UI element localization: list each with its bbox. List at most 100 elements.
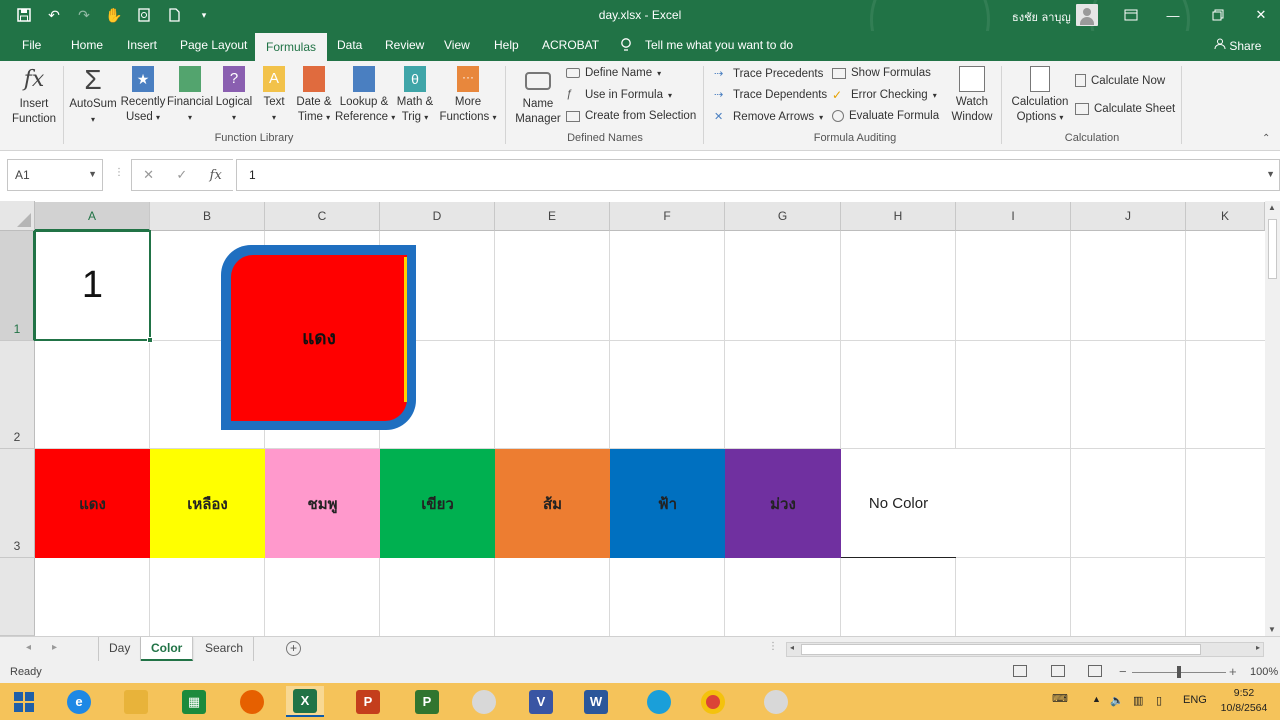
- zoom-level[interactable]: 100%: [1250, 666, 1278, 678]
- add-sheet-icon[interactable]: +: [286, 641, 301, 656]
- color-cell-7[interactable]: ม่วง: [725, 449, 841, 558]
- color-cell-4[interactable]: เขียว: [380, 449, 495, 558]
- tab-review[interactable]: Review: [385, 38, 424, 52]
- column-header-d[interactable]: D: [380, 202, 495, 231]
- evaluate-formula-button[interactable]: Evaluate Formula: [832, 110, 939, 122]
- excel-app[interactable]: X: [286, 686, 324, 717]
- collapse-ribbon-icon[interactable]: ⌃: [1262, 133, 1270, 144]
- power-icon[interactable]: ▯: [1156, 694, 1162, 707]
- red-shape[interactable]: แดง: [221, 245, 416, 430]
- text-button[interactable]: A Text ▾: [257, 66, 291, 125]
- scroll-up-icon[interactable]: ▲: [1268, 203, 1276, 212]
- page-layout-view-icon[interactable]: [1051, 665, 1065, 677]
- print-preview-icon[interactable]: [134, 5, 154, 25]
- tab-acrobat[interactable]: ACROBAT: [542, 38, 599, 52]
- new-file-icon[interactable]: [164, 5, 184, 25]
- store-app[interactable]: ▦: [175, 686, 213, 717]
- cell-a1-selected[interactable]: 1: [34, 230, 153, 343]
- row-header-3[interactable]: 3: [0, 449, 35, 558]
- page-break-view-icon[interactable]: [1088, 665, 1102, 677]
- touch-mode-icon[interactable]: ✋: [104, 5, 124, 25]
- column-header-k[interactable]: K: [1186, 202, 1265, 231]
- scroll-right-icon[interactable]: ▸: [1256, 643, 1260, 652]
- insert-function-icon[interactable]: fx: [210, 168, 222, 183]
- normal-view-icon[interactable]: [1013, 665, 1027, 677]
- vertical-scrollbar[interactable]: ▲ ▼: [1265, 201, 1280, 636]
- volume-icon[interactable]: 🔈: [1110, 694, 1124, 707]
- tab-split-handle[interactable]: ⋮: [768, 641, 778, 652]
- avatar[interactable]: [1076, 4, 1098, 26]
- select-all-corner[interactable]: [0, 201, 35, 231]
- trace-dependents-button[interactable]: ⇢ Trace Dependents: [714, 88, 827, 102]
- lookup-reference-button[interactable]: Lookup & Reference ▾: [335, 66, 395, 125]
- column-header-f[interactable]: F: [610, 202, 725, 231]
- column-header-i[interactable]: I: [956, 202, 1071, 231]
- paint-app[interactable]: [465, 686, 503, 717]
- column-header-c[interactable]: C: [265, 202, 380, 231]
- use-in-formula-button[interactable]: ƒ Use in Formula ▾: [566, 88, 672, 102]
- tab-insert[interactable]: Insert: [127, 38, 157, 52]
- tab-formulas[interactable]: Formulas: [255, 33, 328, 61]
- share-button[interactable]: Share: [1214, 38, 1261, 53]
- internet-explorer-app[interactable]: e: [60, 686, 98, 717]
- row-header-2[interactable]: 2: [0, 341, 35, 449]
- tell-me-search[interactable]: Tell me what you want to do: [645, 38, 793, 52]
- file-explorer-app[interactable]: [117, 686, 155, 717]
- tray-expand-icon[interactable]: ▲: [1092, 694, 1101, 704]
- column-header-a[interactable]: A: [35, 202, 150, 231]
- ribbon-display-icon[interactable]: [1118, 3, 1144, 27]
- logical-button[interactable]: ? Logical ▾: [214, 66, 254, 125]
- save-icon[interactable]: [14, 5, 34, 25]
- watch-window-button[interactable]: Watch Window: [948, 66, 996, 125]
- show-formulas-button[interactable]: Show Formulas: [832, 67, 931, 79]
- column-header-h[interactable]: H: [841, 202, 956, 231]
- start-button[interactable]: [5, 686, 43, 717]
- sheet-tab-day[interactable]: Day: [98, 637, 142, 661]
- tab-data[interactable]: Data: [337, 38, 362, 52]
- zoom-slider-thumb[interactable]: [1177, 666, 1181, 678]
- define-name-button[interactable]: Define Name ▾: [566, 67, 661, 79]
- visio-app[interactable]: V: [522, 686, 560, 717]
- calculation-options-button[interactable]: Calculation Options ▾: [1008, 66, 1072, 125]
- horizontal-scroll-thumb[interactable]: [801, 644, 1201, 655]
- redo-icon[interactable]: ↷: [74, 5, 94, 25]
- remove-arrows-button[interactable]: ✕ Remove Arrows ▾: [714, 110, 823, 124]
- undo-icon[interactable]: ↶: [44, 5, 64, 25]
- vertical-scroll-thumb[interactable]: [1268, 219, 1277, 279]
- edge-app[interactable]: [640, 686, 678, 717]
- tab-view[interactable]: View: [444, 38, 470, 52]
- column-header-b[interactable]: B: [150, 202, 265, 231]
- tab-page-layout[interactable]: Page Layout: [180, 38, 247, 52]
- scroll-down-icon[interactable]: ▼: [1268, 625, 1276, 634]
- name-manager-button[interactable]: Name Manager: [511, 66, 565, 127]
- keyboard-icon[interactable]: ⌨: [1052, 692, 1068, 705]
- close-icon[interactable]: ✕: [1248, 3, 1274, 27]
- horizontal-scrollbar[interactable]: ◂ ▸: [786, 642, 1264, 657]
- column-header-g[interactable]: G: [725, 202, 841, 231]
- enter-icon[interactable]: ✓: [176, 167, 187, 183]
- scroll-left-icon[interactable]: ◂: [790, 643, 794, 652]
- formula-input[interactable]: 1 ▼: [236, 159, 1280, 191]
- create-from-selection-button[interactable]: Create from Selection: [566, 110, 696, 122]
- chevron-down-icon[interactable]: ▼: [88, 169, 97, 179]
- network-icon[interactable]: ▥: [1133, 694, 1143, 707]
- insert-function-button[interactable]: fx Insert Function: [10, 66, 58, 127]
- next-sheet-icon[interactable]: ▸: [52, 642, 57, 653]
- row-header-1[interactable]: 1: [0, 231, 35, 341]
- fill-handle[interactable]: [147, 337, 153, 343]
- project-app[interactable]: P: [408, 686, 446, 717]
- autosum-button[interactable]: Σ AutoSum ▾: [66, 66, 120, 127]
- calculate-sheet-button[interactable]: Calculate Sheet: [1075, 103, 1175, 115]
- clock[interactable]: 9:52 10/8/2564: [1212, 686, 1276, 716]
- color-cell-1[interactable]: แดง: [35, 449, 150, 558]
- formula-bar-resize-handle[interactable]: ⋮: [114, 167, 124, 178]
- name-box[interactable]: A1 ▼: [7, 159, 103, 191]
- color-cell-3[interactable]: ชมพู: [265, 449, 380, 558]
- column-header-j[interactable]: J: [1071, 202, 1186, 231]
- sheet-tab-color[interactable]: Color: [141, 637, 194, 661]
- user-name[interactable]: ธงชัย ลาบุญ: [1012, 8, 1071, 26]
- color-cell-5[interactable]: ส้ม: [495, 449, 610, 558]
- worksheet-grid[interactable]: [0, 201, 1265, 636]
- financial-button[interactable]: Financial ▾: [167, 66, 213, 125]
- calculate-now-button[interactable]: Calculate Now: [1075, 74, 1165, 87]
